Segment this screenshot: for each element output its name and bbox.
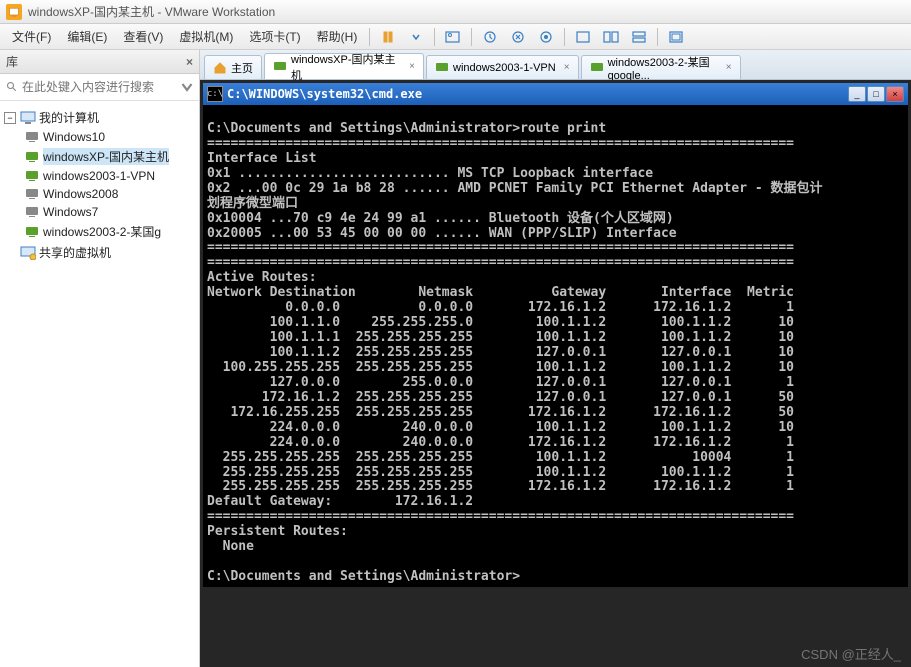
vm-console[interactable]: c:\ C:\WINDOWS\system32\cmd.exe _ □ × C:… [200,80,911,667]
sidebar-title: 库 [6,53,18,70]
tree-vm-windowsxp[interactable]: windowsXP-国内某主机 [24,146,195,167]
dropdown-button[interactable] [404,26,428,48]
tab-windows2003-1[interactable]: windows2003-1-VPN × [426,55,579,79]
snap3-button[interactable] [534,26,558,48]
maximize-button[interactable]: □ [867,86,885,102]
tree-vm-windows2008[interactable]: Windows2008 [24,185,195,203]
close-icon[interactable]: × [726,62,732,73]
snapshot-button[interactable] [441,26,465,48]
vm-active-icon [24,150,40,164]
home-icon [213,61,227,75]
collapse-icon[interactable]: − [4,112,16,124]
vm-active-icon [24,169,40,183]
snap1-button[interactable] [478,26,502,48]
computer-icon [20,111,36,125]
close-button[interactable]: × [886,86,904,102]
view3-button[interactable] [627,26,651,48]
tree-root-computer[interactable]: − 我的计算机 [4,107,195,128]
shared-icon [20,246,36,260]
sidebar: 库 × − 我的计算机 Windows10 windowsXP-国内某主机 wi… [0,50,200,667]
tree-vm-windows10[interactable]: Windows10 [24,128,195,146]
vm-active-icon [24,225,40,239]
tab-home[interactable]: 主页 [204,55,262,79]
app-icon [6,4,22,20]
pause-button[interactable] [376,26,400,48]
vm-icon [24,130,40,144]
vm-active-icon [435,61,449,75]
menu-bar: 文件(F) 编辑(E) 查看(V) 虚拟机(M) 选项卡(T) 帮助(H) [0,24,911,50]
watermark: CSDN @正经人_ [801,644,901,663]
close-icon[interactable]: × [564,62,570,73]
vm-icon [24,205,40,219]
vm-active-icon [590,61,604,75]
cmd-window: c:\ C:\WINDOWS\system32\cmd.exe _ □ × C:… [203,83,908,587]
view2-button[interactable] [599,26,623,48]
tree-shared-vms[interactable]: + 共享的虚拟机 [4,242,195,263]
vm-active-icon [273,60,287,74]
cmd-titlebar[interactable]: c:\ C:\WINDOWS\system32\cmd.exe _ □ × [203,83,908,105]
vm-tree: − 我的计算机 Windows10 windowsXP-国内某主机 window… [0,101,199,269]
window-title: windowsXP-国内某主机 - VMware Workstation [28,3,275,20]
tab-bar: 主页 windowsXP-国内某主机 × windows2003-1-VPN ×… [200,50,911,80]
cmd-title: C:\WINDOWS\system32\cmd.exe [227,87,848,101]
tree-vm-windows2003-2[interactable]: windows2003-2-某国g [24,221,195,242]
minimize-button[interactable]: _ [848,86,866,102]
search-dropdown-icon[interactable] [181,80,193,94]
sidebar-header: 库 × [0,50,199,74]
sidebar-close-icon[interactable]: × [186,55,193,69]
fullscreen-button[interactable] [664,26,688,48]
search-input[interactable] [22,80,177,94]
snap2-button[interactable] [506,26,530,48]
cmd-output[interactable]: C:\Documents and Settings\Administrator>… [203,105,908,587]
search-container [0,74,199,101]
tree-vm-windows2003-1[interactable]: windows2003-1-VPN [24,167,195,185]
content-area: 主页 windowsXP-国内某主机 × windows2003-1-VPN ×… [200,50,911,667]
menu-tabs[interactable]: 选项卡(T) [241,25,308,48]
tree-vm-windows7[interactable]: Windows7 [24,203,195,221]
menu-vm[interactable]: 虚拟机(M) [171,25,241,48]
search-icon [6,80,18,94]
title-bar: windowsXP-国内某主机 - VMware Workstation [0,0,911,24]
tab-windows2003-2[interactable]: windows2003-2-某国google... × [581,55,741,79]
close-icon[interactable]: × [409,61,415,72]
vm-icon [24,187,40,201]
menu-view[interactable]: 查看(V) [115,25,171,48]
menu-edit[interactable]: 编辑(E) [59,25,115,48]
menu-file[interactable]: 文件(F) [4,25,59,48]
view1-button[interactable] [571,26,595,48]
menu-help[interactable]: 帮助(H) [309,25,366,48]
tab-windowsxp[interactable]: windowsXP-国内某主机 × [264,53,424,79]
cmd-icon: c:\ [207,86,223,102]
